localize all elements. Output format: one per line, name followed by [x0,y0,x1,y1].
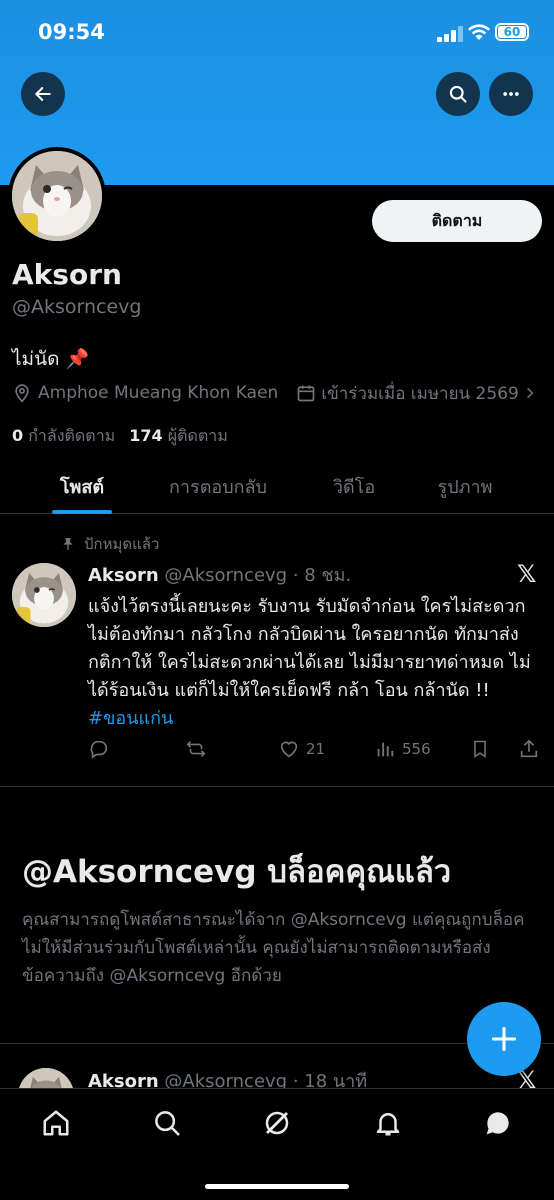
bell-icon [376,1113,400,1136]
followers-link[interactable]: 174 ผู้ติดตาม [129,424,228,449]
tweet-avatar[interactable] [12,563,76,627]
follow-stats: 0 กำลังติดตาม 174 ผู้ติดตาม [12,424,228,449]
pinned-indicator: ปักหมุดแล้ว [60,532,159,556]
repost-icon [186,741,206,757]
profile-meta: Amphoe Mueang Khon Kaen เข้าร่วมเมื่อ เม… [12,380,537,406]
pinned-label: ปักหมุดแล้ว [84,535,160,553]
status-time: 09:54 [38,20,105,44]
tweet-actions: 21 556 [88,738,544,762]
heart-icon [280,741,298,758]
reply-button[interactable] [88,738,110,760]
bookmark-icon [474,740,486,758]
profile-joined-date: เข้าร่วมเมื่อ เมษายน 2569 [321,383,519,404]
compose-button[interactable] [467,1002,541,1076]
wifi-icon [468,24,490,40]
nav-grok[interactable] [261,1107,293,1139]
pin-icon [63,538,73,550]
x-logo-icon: 𝕏 [517,560,537,588]
share-icon [520,739,538,758]
more-icon [503,92,519,96]
profile-tabs: โพสต์ การตอบกลับ วิดีโอ รูปภาพ [0,458,554,514]
view-count: 556 [402,740,431,758]
following-link[interactable]: 0 กำลังติดตาม [12,424,115,449]
messages-icon [486,1112,509,1135]
blocked-description: คุณสามารถดูโพสต์สาธารณะได้จาก @Aksorncev… [22,910,525,986]
profile-handle: @Aksorncevg [12,296,142,318]
bookmark-button[interactable] [470,738,490,760]
search-button[interactable] [436,72,480,116]
active-tab-indicator [52,510,112,514]
tab-replies[interactable]: การตอบกลับ [150,458,286,514]
follow-button[interactable]: ติดตาม [372,200,542,242]
nav-home[interactable] [40,1107,72,1139]
nav-messages[interactable] [482,1107,514,1139]
nav-notifications[interactable] [372,1107,404,1139]
back-arrow-icon [35,87,51,101]
tweet-handle-time: @Aksorncevg · 8 ชม. [164,565,352,586]
chevron-right-icon[interactable] [523,386,537,400]
status-bar: 09:54 60 [0,0,554,66]
search-icon [155,1111,180,1136]
calendar-icon [297,385,315,402]
back-button[interactable] [21,72,65,116]
tweet-hashtag[interactable]: #ขอนแก่น [88,708,173,729]
tab-videos[interactable]: วิดีโอ [318,458,390,514]
tweet-body: แจ้งไว้ตรงนี้เลยนะคะ รับงาน รับมัดจำก่อน… [88,596,531,701]
blocked-title: @Aksorncevg บล็อคคุณแล้ว [22,854,452,890]
battery-icon: 60 [495,23,529,41]
share-button[interactable] [518,738,540,760]
tab-posts[interactable]: โพสต์ [42,458,122,514]
cat-photo [12,563,76,627]
like-count: 21 [306,740,326,758]
tweet-text: แจ้งไว้ตรงนี้เลยนะคะ รับงาน รับมัดจำก่อน… [88,593,538,733]
views-icon [377,742,394,757]
search-icon [449,85,467,103]
tweet-author[interactable]: Aksorn [88,565,159,586]
grok-icon [265,1111,289,1135]
profile-avatar[interactable] [8,147,106,245]
more-button[interactable] [489,72,533,116]
profile-location: Amphoe Mueang Khon Kaen [38,383,279,403]
home-icon [43,1110,69,1136]
tweet-divider [0,786,554,787]
like-button[interactable]: 21 [278,738,325,760]
home-indicator [205,1184,349,1189]
battery-level: 60 [498,26,526,38]
views-button[interactable]: 556 [374,738,431,760]
location-pin-icon [15,384,29,403]
cat-photo [12,151,102,241]
cellular-signal-icon [437,26,463,42]
plus-icon [491,1026,517,1052]
tweet-header: Aksorn @Aksorncevg · 8 ชม. [88,560,351,589]
repost-button[interactable] [184,738,208,760]
profile-display-name: Aksorn [12,258,122,291]
tab-photos[interactable]: รูปภาพ [420,458,510,514]
nav-search[interactable] [151,1107,183,1139]
reply-icon [90,740,108,759]
profile-bio: ไม่นัด 📌 [12,348,90,370]
